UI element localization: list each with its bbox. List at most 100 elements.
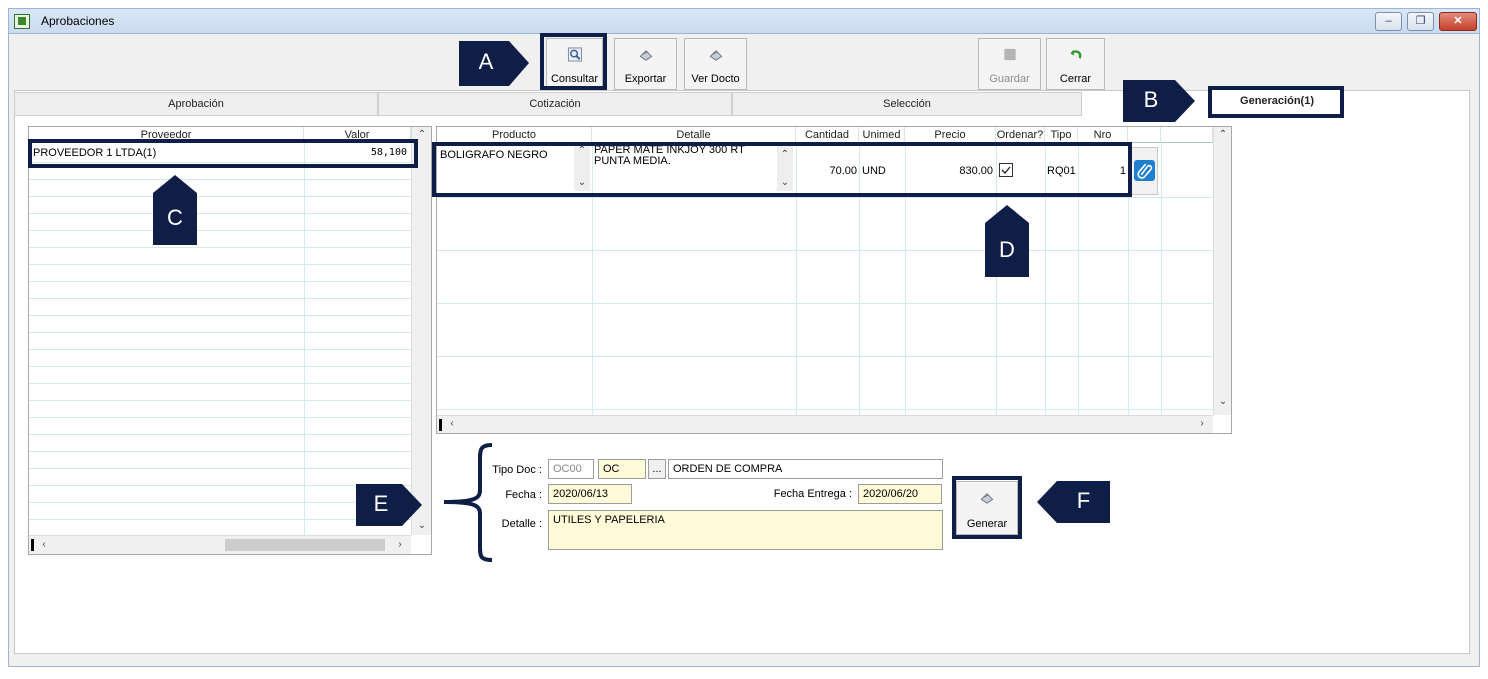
scroll-thumb[interactable] xyxy=(225,539,385,551)
paperclip-icon xyxy=(1134,160,1155,181)
provider-name-cell[interactable]: PROVEEDOR 1 LTDA(1) xyxy=(33,147,303,161)
marker-e: E xyxy=(356,484,422,526)
close-button[interactable]: ✕ xyxy=(1439,12,1477,31)
scroll-caret xyxy=(439,419,442,431)
column-header-valor: Valor xyxy=(304,127,411,143)
guardar-button[interactable]: Guardar xyxy=(978,38,1041,90)
minimize-button[interactable]: ‒ xyxy=(1375,12,1402,31)
scroll-down-arrow[interactable]: ⌄ xyxy=(778,177,792,188)
column-header-blank xyxy=(1161,127,1213,143)
save-icon xyxy=(1003,48,1016,61)
provider-horizontal-scrollbar[interactable]: ‹ › xyxy=(29,535,411,554)
scroll-down-arrow[interactable]: ⌄ xyxy=(575,177,589,188)
tab-aprobacion[interactable]: Aprobación xyxy=(14,92,378,116)
number-cell[interactable]: 1 xyxy=(1080,165,1126,177)
tab-cotizacion[interactable]: Cotización xyxy=(378,92,732,116)
generate-icon xyxy=(980,493,994,504)
marker-f-label: F xyxy=(1076,488,1091,513)
scroll-left-arrow[interactable]: ‹ xyxy=(445,418,459,429)
title-bar: Aprobaciones ‒ ❐ ✕ xyxy=(8,8,1480,34)
marker-d: D xyxy=(985,205,1029,277)
grid-line xyxy=(29,434,411,435)
fecha-entrega-label: Fecha Entrega : xyxy=(773,488,852,500)
scroll-left-arrow[interactable]: ‹ xyxy=(37,539,51,550)
grid-line xyxy=(29,230,411,231)
grid-line xyxy=(29,451,411,452)
scroll-right-arrow[interactable]: › xyxy=(1195,418,1209,429)
cerrar-button[interactable]: Cerrar xyxy=(1046,38,1105,90)
checkmark-icon xyxy=(1001,166,1011,174)
column-header-tipo: Tipo xyxy=(1045,127,1078,143)
app-icon xyxy=(14,14,30,29)
grid-divider xyxy=(304,143,305,535)
price-cell[interactable]: 830.00 xyxy=(907,165,993,177)
grid-line xyxy=(437,197,1213,198)
type-cell[interactable]: RQ01 xyxy=(1047,165,1077,177)
product-cell-scrollbar[interactable]: ⌃ ⌄ xyxy=(574,145,590,191)
scroll-up-arrow[interactable]: ⌃ xyxy=(1216,129,1230,140)
product-vertical-scrollbar[interactable]: ⌃ ⌄ xyxy=(1213,127,1231,415)
product-grid: Producto Detalle Cantidad Unimed Precio … xyxy=(436,126,1232,434)
generar-button[interactable]: Generar xyxy=(956,481,1018,535)
scroll-right-arrow[interactable]: › xyxy=(393,539,407,550)
grid-line xyxy=(29,264,411,265)
product-horizontal-scrollbar[interactable]: ‹ › xyxy=(437,415,1213,433)
ver-docto-button[interactable]: Ver Docto xyxy=(684,38,747,90)
grid-divider xyxy=(1045,143,1046,415)
grid-line xyxy=(29,179,411,180)
brace-annotation xyxy=(443,443,493,562)
product-detail-cell[interactable]: PAPER MATE INKJOY 300 RT PUNTA MEDIA. xyxy=(594,145,774,167)
window: Aprobaciones ‒ ❐ ✕ Consultar Exportar Ve… xyxy=(0,0,1488,679)
ordenar-checkbox[interactable] xyxy=(999,163,1013,177)
quantity-cell[interactable]: 70.00 xyxy=(799,165,857,177)
grid-divider xyxy=(592,143,593,415)
fecha-entrega-field[interactable]: 2020/06/20 xyxy=(858,484,942,504)
exportar-button[interactable]: Exportar xyxy=(614,38,677,90)
marker-e-label: E xyxy=(373,491,389,516)
provider-value-cell[interactable]: 58,100 xyxy=(307,147,407,161)
tab-generacion[interactable]: Generación(1) xyxy=(1212,90,1342,116)
scroll-down-arrow[interactable]: ⌄ xyxy=(1216,396,1230,407)
grid-line xyxy=(437,409,1213,410)
product-name-cell[interactable]: BOLIGRAFO NEGRO xyxy=(440,149,570,161)
tipo-doc-short-field[interactable]: OC xyxy=(598,459,646,479)
scroll-up-arrow[interactable]: ⌃ xyxy=(575,145,589,156)
restore-button[interactable]: ❐ xyxy=(1407,12,1434,31)
grid-line xyxy=(29,332,411,333)
tab-seleccion[interactable]: Selección xyxy=(732,92,1082,116)
column-header-proveedor: Proveedor xyxy=(29,127,304,143)
grid-line xyxy=(29,315,411,316)
window-title: Aprobaciones xyxy=(41,14,115,28)
detalle-textarea[interactable]: UTILES Y PAPELERIA xyxy=(548,510,943,550)
column-header-unimed: Unimed xyxy=(859,127,905,143)
scroll-up-arrow[interactable]: ⌃ xyxy=(415,129,429,140)
tipo-doc-description-field[interactable]: ORDEN DE COMPRA xyxy=(668,459,943,479)
column-header-producto: Producto xyxy=(437,127,592,143)
tipo-doc-code-field[interactable]: OC00 xyxy=(548,459,594,479)
column-header-ordenar: Ordenar? xyxy=(996,127,1045,143)
unit-cell[interactable]: UND xyxy=(862,165,902,177)
tipo-doc-lookup-button[interactable]: ... xyxy=(648,459,666,479)
magnifier-icon xyxy=(567,47,582,62)
scroll-up-arrow[interactable]: ⌃ xyxy=(778,149,792,160)
marker-b-label: B xyxy=(1143,87,1159,112)
grid-divider xyxy=(1161,143,1162,415)
attach-button[interactable] xyxy=(1131,147,1158,195)
grid-line xyxy=(437,250,1213,251)
grid-line xyxy=(29,502,411,503)
grid-divider xyxy=(1078,143,1079,415)
grid-line xyxy=(29,417,411,418)
detail-cell-scrollbar[interactable]: ⌃ ⌄ xyxy=(777,145,793,191)
consultar-label: Consultar xyxy=(550,73,599,85)
consultar-button[interactable]: Consultar xyxy=(546,38,603,90)
marker-b: B xyxy=(1123,80,1195,122)
marker-a: A xyxy=(459,41,529,86)
provider-vertical-scrollbar[interactable]: ⌃ ⌄ xyxy=(411,127,431,535)
grid-line xyxy=(29,468,411,469)
fecha-field[interactable]: 2020/06/13 xyxy=(548,484,632,504)
grid-line xyxy=(29,281,411,282)
column-header-blank xyxy=(1128,127,1161,143)
grid-line xyxy=(29,213,411,214)
marker-f: F xyxy=(1037,481,1110,523)
grid-line xyxy=(29,400,411,401)
